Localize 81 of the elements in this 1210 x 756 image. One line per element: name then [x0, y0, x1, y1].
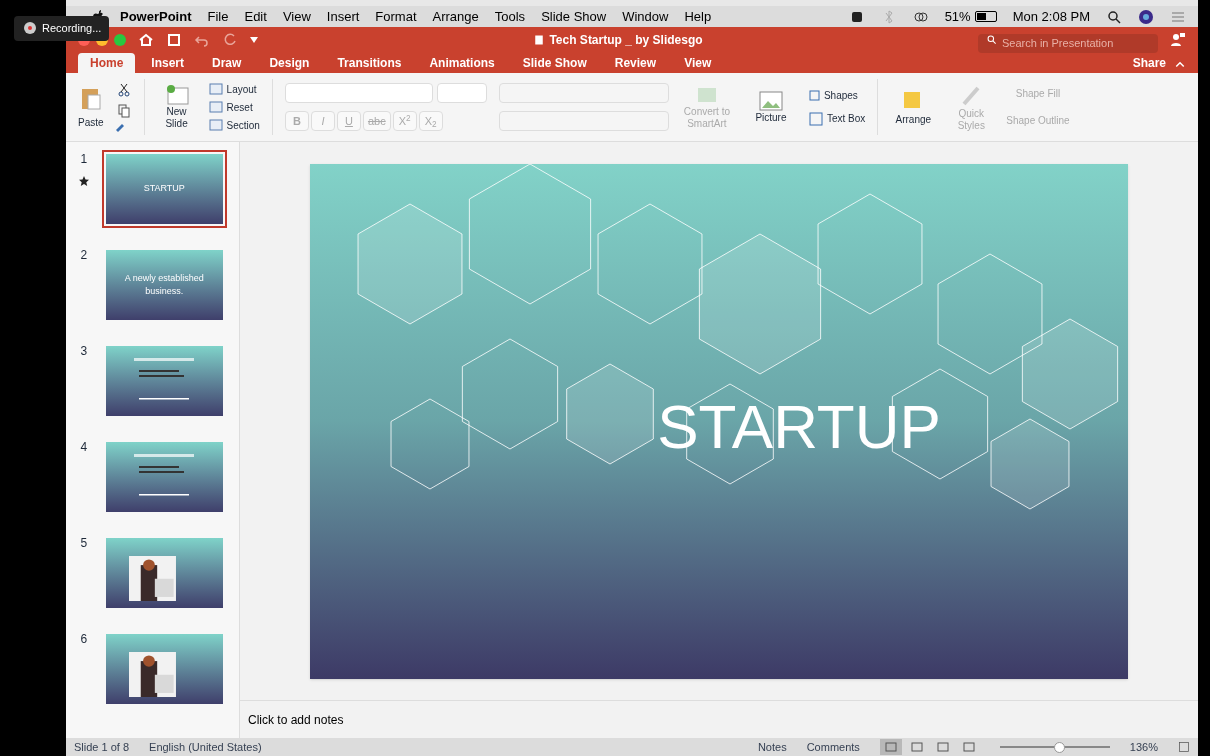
menu-item[interactable]: Format	[375, 6, 417, 27]
comments-button[interactable]: Comments	[806, 738, 860, 756]
fit-icon	[1178, 741, 1190, 753]
menu-item[interactable]: View	[282, 6, 311, 27]
image-icon	[757, 89, 784, 112]
menu-item[interactable]: Tools	[494, 6, 526, 27]
cloud-icon	[22, 22, 38, 35]
slide-number: 5	[80, 535, 88, 552]
scissors-icon	[115, 82, 132, 98]
layout-icon	[208, 119, 223, 131]
ribbon-tab[interactable]: Design	[257, 53, 322, 73]
layout-icon	[208, 83, 223, 95]
font-size-field[interactable]	[436, 83, 487, 103]
redo-icon	[222, 31, 238, 48]
slide-counter: Slide 1 of 8	[74, 739, 130, 755]
battery-icon[interactable]	[974, 11, 997, 22]
view-button[interactable]	[879, 739, 902, 755]
menu-item[interactable]: Insert	[326, 6, 360, 27]
menu-item[interactable]: Window	[622, 6, 669, 27]
slide-number: 2	[80, 247, 88, 264]
shapes-icon	[808, 90, 820, 101]
layout-icon	[208, 101, 223, 113]
font-name-field[interactable]	[284, 83, 433, 103]
zoom-icon[interactable]	[114, 33, 126, 46]
search-icon	[1106, 8, 1122, 25]
ribbon-tab[interactable]: Home	[78, 53, 136, 73]
window-title: Tech Startup _ by Slidesgo	[549, 31, 703, 49]
search-icon	[986, 34, 997, 45]
zoom-thumb[interactable]	[1054, 741, 1066, 753]
recording-label: Recording...	[42, 21, 102, 36]
slide-option-button[interactable]: Reset	[208, 99, 260, 115]
document-icon	[533, 33, 546, 46]
slide-number: 3	[80, 343, 88, 360]
ribbon-tab[interactable]: Insert	[139, 53, 197, 73]
save-icon	[166, 31, 182, 48]
thumbnail-title: STARTUP	[142, 182, 186, 196]
new-slide-icon	[164, 83, 189, 106]
text-box-icon	[808, 111, 823, 126]
battery-percent: 51%	[944, 7, 971, 26]
view-icon	[910, 742, 923, 752]
slide-option-button[interactable]: Section	[208, 117, 260, 133]
share-button[interactable]: Share	[1128, 53, 1170, 73]
ribbon-tab[interactable]: Transitions	[325, 53, 414, 73]
slide-option-button[interactable]: Layout	[208, 81, 260, 97]
ribbon-tab[interactable]: Animations	[417, 53, 507, 73]
slide-number: 4	[80, 439, 88, 456]
search-field[interactable]: Search in Presentation	[978, 33, 1158, 53]
language-label[interactable]: English (United States)	[149, 738, 262, 756]
profile-icon	[1170, 31, 1186, 48]
ribbon-tab[interactable]: View	[672, 53, 724, 73]
notes-button[interactable]: Notes	[757, 738, 787, 756]
menu-item[interactable]: Help	[684, 6, 712, 27]
view-icon	[962, 742, 975, 752]
view-icon	[936, 742, 949, 752]
thumbnail-title: A newly established business.	[123, 271, 205, 298]
ribbon-tab[interactable]: Review	[602, 53, 669, 73]
picture-button[interactable]: Picture	[744, 89, 797, 125]
brush-icon[interactable]	[115, 122, 126, 132]
slide-number: 1	[80, 151, 88, 168]
ribbon-tab[interactable]: Draw	[200, 53, 254, 73]
slide-thumbnail[interactable]: STARTUP	[101, 150, 227, 228]
slide-number: 6	[80, 631, 88, 648]
ribbon-tab[interactable]: Slide Show	[510, 53, 599, 73]
copy-icon	[115, 102, 132, 118]
clock: Mon 2:08 PM	[1012, 7, 1090, 26]
customize-icon[interactable]	[250, 36, 258, 43]
paste-button[interactable]: Paste	[78, 84, 104, 130]
view-icon	[884, 742, 897, 752]
menu-item[interactable]: Arrange	[432, 6, 479, 27]
text-box-button[interactable]: Text Box	[808, 111, 866, 126]
arrange-button[interactable]: Arrange	[890, 87, 937, 127]
menu-item[interactable]: File	[207, 6, 229, 27]
home-icon	[138, 31, 154, 48]
menu-item[interactable]: Slide Show	[541, 6, 607, 27]
zoom-slider[interactable]	[999, 741, 1110, 753]
shapes-button[interactable]: Shapes	[808, 88, 866, 103]
new-slide-button[interactable]: New Slide	[156, 83, 197, 131]
menu-item[interactable]: Edit	[244, 6, 267, 27]
siri-icon	[1138, 8, 1154, 25]
app-name[interactable]: PowerPoint	[120, 6, 192, 27]
zoom-percent: 136%	[1129, 739, 1158, 755]
